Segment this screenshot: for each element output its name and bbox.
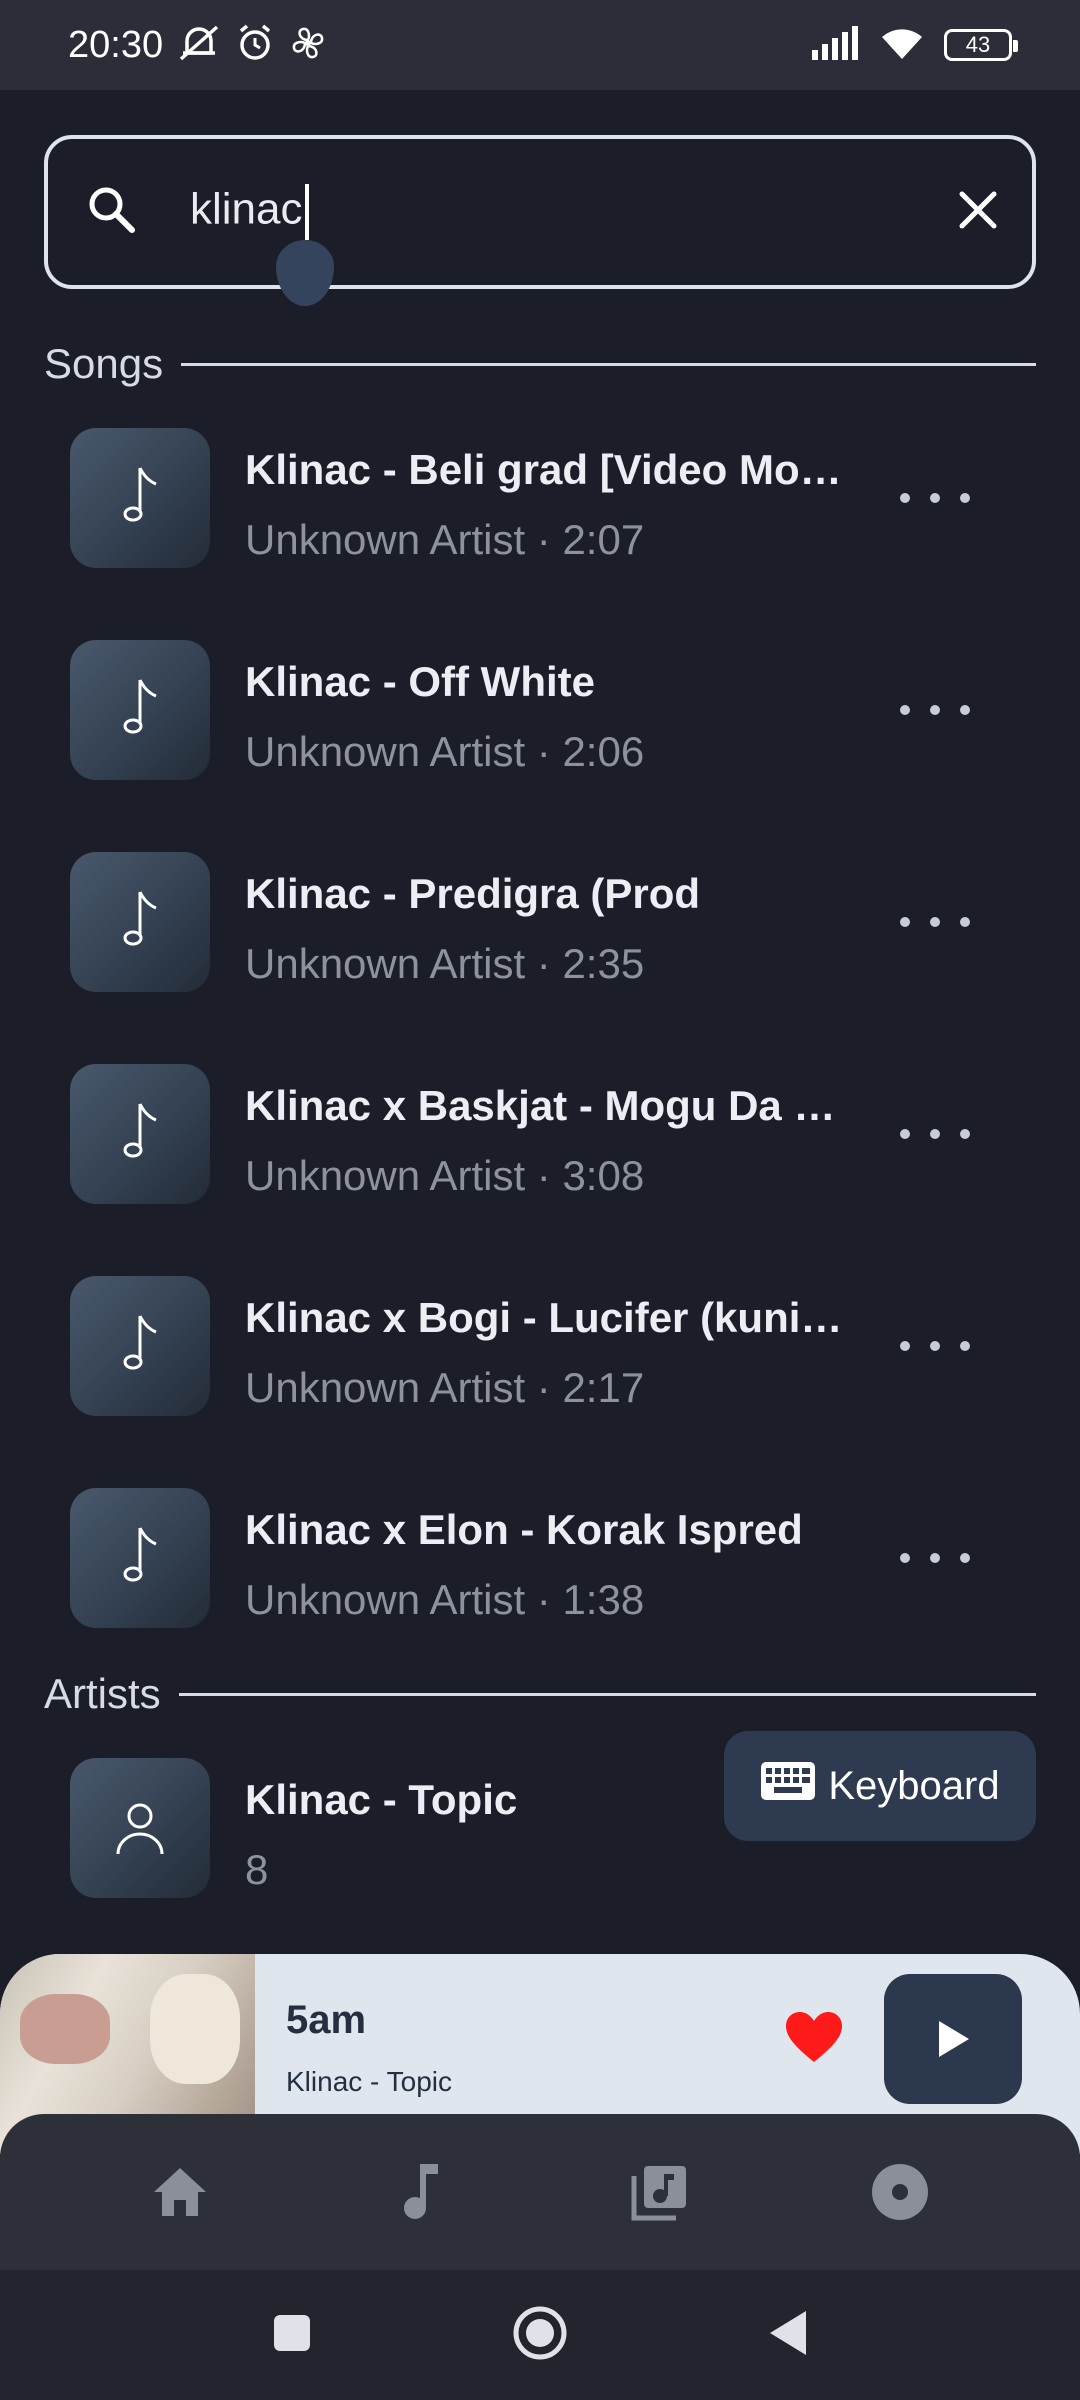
- home-icon: [154, 2168, 206, 2216]
- song-thumbnail: [70, 640, 210, 780]
- song-subtitle: Unknown Artist · 2:06: [245, 728, 645, 775]
- song-subtitle: Unknown Artist · 2:35: [245, 940, 645, 987]
- more-options-button[interactable]: [900, 478, 970, 518]
- song-subtitle: Unknown Artist · 3:08: [245, 1152, 645, 1199]
- search-input[interactable]: klinac: [190, 184, 954, 240]
- song-row[interactable]: Klinac - Predigra (Prod Unknown Artist ·…: [0, 852, 1080, 1012]
- music-note-icon: [123, 1315, 157, 1370]
- disc-icon: [872, 2164, 928, 2220]
- circle-home-icon: [513, 2306, 567, 2359]
- nav-albums[interactable]: [860, 2152, 940, 2232]
- song-row[interactable]: Klinac - Off White Unknown Artist · 2:06: [0, 640, 1080, 800]
- home-button[interactable]: [512, 2305, 568, 2366]
- artist-name: Klinac - Topic: [245, 1776, 518, 1823]
- heart-icon[interactable]: [784, 2010, 844, 2069]
- nav-songs[interactable]: [380, 2152, 460, 2232]
- play-button[interactable]: [884, 1974, 1022, 2104]
- more-options-button[interactable]: [900, 690, 970, 730]
- mute-icon: [177, 23, 221, 68]
- keyboard-button[interactable]: Keyboard: [724, 1731, 1036, 1841]
- song-thumbnail: [70, 1488, 210, 1628]
- back-button[interactable]: [768, 2309, 808, 2362]
- artists-section-title: Artists: [44, 1670, 161, 1717]
- song-thumbnail: [70, 1276, 210, 1416]
- divider: [181, 362, 1036, 366]
- music-note-icon: [404, 2164, 438, 2219]
- status-time: 20:30: [68, 23, 164, 66]
- library-icon: [631, 2166, 686, 2221]
- song-subtitle: Unknown Artist · 1:38: [245, 1576, 645, 1623]
- artists-section-header: Artists: [44, 1670, 1036, 1718]
- now-playing-artist: Klinac - Topic: [286, 2066, 453, 2097]
- system-nav-bar: [0, 2270, 1080, 2400]
- song-title: Klinac - Off White: [245, 658, 595, 705]
- signal-icon: [810, 25, 860, 65]
- battery-icon: 43: [944, 29, 1018, 61]
- keyboard-icon: [760, 1761, 816, 1811]
- song-row[interactable]: Klinac - Beli grad [Video Mo… Unknown Ar…: [0, 428, 1080, 588]
- keyboard-button-label: Keyboard: [828, 1763, 1000, 1808]
- more-options-button[interactable]: [900, 1114, 970, 1154]
- music-note-icon: [123, 1103, 157, 1158]
- song-thumbnail: [70, 1064, 210, 1204]
- bottom-nav: [0, 2114, 1080, 2270]
- artist-thumbnail: [70, 1758, 210, 1898]
- close-icon[interactable]: [954, 186, 1002, 239]
- back-triangle-icon: [770, 2310, 806, 2355]
- more-options-button[interactable]: [900, 1538, 970, 1578]
- recent-apps-button[interactable]: [272, 2313, 312, 2358]
- music-note-icon: [123, 679, 157, 734]
- nav-home[interactable]: [140, 2152, 220, 2232]
- nav-library[interactable]: [620, 2152, 700, 2232]
- divider: [178, 1692, 1036, 1696]
- now-playing-title: 5am: [286, 1998, 367, 2042]
- song-title: Klinac - Beli grad [Video Mo…: [245, 446, 842, 493]
- song-subtitle: Unknown Artist · 2:17: [245, 1364, 645, 1411]
- text-caret: [304, 184, 309, 240]
- song-title: Klinac x Elon - Korak Ispred: [245, 1506, 803, 1553]
- song-row[interactable]: Klinac x Baskjat - Mogu Da … Unknown Art…: [0, 1064, 1080, 1224]
- wifi-icon: [878, 25, 926, 66]
- music-note-icon: [123, 467, 157, 522]
- caret-handle[interactable]: [276, 240, 334, 306]
- music-note-icon: [123, 1527, 157, 1582]
- music-note-icon: [123, 891, 157, 946]
- battery-level: 43: [965, 32, 991, 57]
- song-title: Klinac x Bogi - Lucifer (kuni…: [245, 1294, 843, 1341]
- alarm-icon: [235, 23, 275, 68]
- song-thumbnail: [70, 852, 210, 992]
- status-bar: 20:30 43: [0, 0, 1080, 90]
- more-options-button[interactable]: [900, 1326, 970, 1366]
- songs-section-header: Songs: [44, 340, 1036, 388]
- songs-section-title: Songs: [44, 340, 164, 387]
- song-row[interactable]: Klinac x Bogi - Lucifer (kuni… Unknown A…: [0, 1276, 1080, 1436]
- song-thumbnail: [70, 428, 210, 568]
- search-input-value: klinac: [190, 184, 303, 234]
- square-icon: [274, 2314, 310, 2351]
- song-title: Klinac - Predigra (Prod: [245, 870, 701, 917]
- person-icon: [116, 1803, 164, 1855]
- fan-icon: [289, 24, 327, 67]
- song-title: Klinac x Baskjat - Mogu Da …: [245, 1082, 836, 1129]
- search-field[interactable]: klinac: [44, 135, 1036, 289]
- play-icon: [939, 2021, 969, 2057]
- artist-song-count: 8: [245, 1846, 269, 1893]
- more-options-button[interactable]: [900, 902, 970, 942]
- search-icon[interactable]: [84, 182, 140, 243]
- song-row[interactable]: Klinac x Elon - Korak Ispred Unknown Art…: [0, 1488, 1080, 1648]
- song-subtitle: Unknown Artist · 2:07: [245, 516, 645, 563]
